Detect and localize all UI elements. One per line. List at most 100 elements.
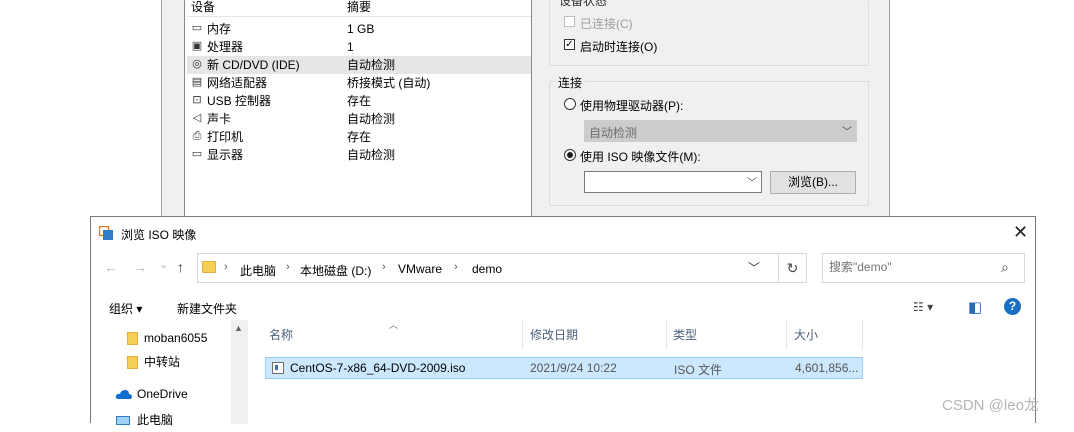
file-row[interactable]: CentOS-7-x86_64-DVD-2009.iso 2021/9/24 1… xyxy=(265,357,863,379)
chevron-down-icon[interactable]: ﹀ xyxy=(748,259,760,276)
device-status-title: 设备状态 xyxy=(556,0,611,9)
device-status-group: 设备状态 已连接(C) ✓ 启动时连接(O) xyxy=(549,0,869,66)
column-header-modified[interactable]: 修改日期 xyxy=(530,320,578,350)
sort-ascending-icon: ︿ xyxy=(389,320,399,330)
file-modified: 2021/9/24 10:22 xyxy=(530,361,617,375)
new-folder-button[interactable]: 新建文件夹 xyxy=(177,300,237,317)
device-row-network-adapter[interactable]: ▤ 网络适配器 桥接模式 (自动) xyxy=(187,74,531,92)
browse-button[interactable]: 浏览(B)... xyxy=(770,171,856,194)
summary-column-header: 摘要 xyxy=(347,0,372,14)
tree-item-label: 此电脑 xyxy=(137,413,174,427)
breadcrumb-separator: › xyxy=(286,261,290,273)
preview-pane-icon[interactable]: ◧ xyxy=(968,298,982,316)
device-name: 新 CD/DVD (IDE) xyxy=(207,58,300,72)
usb-icon: ⊡ xyxy=(192,94,202,106)
view-options-icon[interactable]: ☷ ▾ xyxy=(913,300,933,314)
tree-item-moban6055[interactable]: moban6055 xyxy=(91,326,246,350)
organize-menu[interactable]: 组织 ▾ xyxy=(109,300,142,317)
onedrive-icon xyxy=(115,390,132,399)
connection-group: 连接 使用物理驱动器(P): 自动检测 ﹀ 使用 ISO 映像文件(M): ﹀ … xyxy=(549,74,869,206)
device-summary: 1 xyxy=(347,40,354,54)
device-summary: 自动检测 xyxy=(347,148,396,162)
physical-drive-radio[interactable] xyxy=(564,98,576,110)
vmware-app-icon xyxy=(99,226,113,240)
device-column-header: 设备 xyxy=(191,0,216,14)
device-row-sound-card[interactable]: ◁ 声卡 自动检测 xyxy=(187,110,531,128)
up-arrow-icon[interactable]: ↑ xyxy=(177,260,184,274)
column-header-name[interactable]: 名称 xyxy=(269,320,293,350)
column-divider[interactable] xyxy=(786,320,787,350)
scroll-up-icon[interactable]: ▲ xyxy=(234,323,243,333)
device-row-cd-dvd[interactable]: ◎ 新 CD/DVD (IDE) 自动检测 xyxy=(187,56,531,74)
command-bar: 组织 ▾ 新建文件夹 ☷ ▾ ◧ ? xyxy=(91,294,1035,320)
device-row-display[interactable]: ▭ 显示器 自动检测 xyxy=(187,146,531,164)
device-summary: 1 GB xyxy=(347,22,375,36)
column-header-size[interactable]: 大小 xyxy=(794,320,818,350)
folder-icon xyxy=(202,261,216,273)
tree-item-label: 中转站 xyxy=(144,355,181,369)
device-list-header: 设备 摘要 xyxy=(187,0,531,17)
breadcrumb-separator: › xyxy=(224,261,228,273)
physical-drive-select[interactable]: 自动检测 ﹀ xyxy=(584,120,857,142)
back-arrow-icon[interactable]: ← xyxy=(104,260,118,274)
close-icon[interactable]: ✕ xyxy=(1013,223,1028,241)
tree-item-onedrive[interactable]: OneDrive xyxy=(91,382,246,406)
watermark: CSDN @leo龙 xyxy=(942,397,1039,414)
file-size: 4,601,856... xyxy=(795,361,859,375)
physical-drive-value: 自动检测 xyxy=(589,126,638,140)
connected-checkbox[interactable] xyxy=(564,16,575,27)
forward-arrow-icon[interactable]: → xyxy=(133,260,147,274)
help-icon[interactable]: ? xyxy=(1004,298,1021,315)
sound-card-icon: ◁ xyxy=(192,112,202,124)
file-name: CentOS-7-x86_64-DVD-2009.iso xyxy=(290,361,466,375)
device-row-memory[interactable]: ▭ 内存 1 GB xyxy=(187,20,531,38)
breadcrumb-demo[interactable]: demo xyxy=(472,262,502,276)
chevron-down-icon: ﹀ xyxy=(842,127,852,138)
device-summary: 桥接模式 (自动) xyxy=(347,76,431,90)
search-icon[interactable]: ⌕ xyxy=(1001,259,1009,276)
connect-at-power-on-label: 启动时连接(O) xyxy=(580,40,658,54)
connection-title: 连接 xyxy=(555,74,586,91)
search-input[interactable] xyxy=(829,260,989,274)
iso-image-radio[interactable] xyxy=(564,149,576,161)
physical-drive-label: 使用物理驱动器(P): xyxy=(580,99,684,113)
device-summary: 自动检测 xyxy=(347,112,396,126)
address-bar[interactable]: › 此电脑 › 本地磁盘 (D:) › VMware › demo ﹀ xyxy=(197,253,779,283)
dialog-title: 浏览 ISO 映像 xyxy=(121,228,197,242)
breadcrumb-local-disk[interactable]: 本地磁盘 (D:) xyxy=(300,262,371,279)
search-box[interactable]: ⌕ xyxy=(822,253,1025,283)
column-divider[interactable] xyxy=(862,320,863,350)
breadcrumb-this-pc[interactable]: 此电脑 xyxy=(240,262,276,279)
network-adapter-icon: ▤ xyxy=(191,76,203,88)
device-row-printer[interactable]: ⎙ 打印机 存在 xyxy=(187,128,531,146)
connect-at-power-on-checkbox[interactable]: ✓ xyxy=(564,39,575,50)
recent-locations-icon[interactable]: ⌄ xyxy=(159,258,168,272)
device-summary: 存在 xyxy=(347,130,372,144)
navigation-scrollbar[interactable]: ▲ xyxy=(231,320,248,424)
breadcrumb-separator: › xyxy=(454,261,458,273)
column-divider[interactable] xyxy=(522,320,523,350)
column-divider[interactable] xyxy=(666,320,667,350)
printer-icon: ⎙ xyxy=(192,130,202,142)
device-row-processor[interactable]: ▣ 处理器 1 xyxy=(187,38,531,56)
iso-path-combo[interactable]: ﹀ xyxy=(584,171,762,193)
folder-icon xyxy=(127,332,138,345)
processor-icon: ▣ xyxy=(191,40,203,52)
device-name: 网络适配器 xyxy=(207,76,268,90)
navigation-bar: ← → ⌄ ↑ › 此电脑 › 本地磁盘 (D:) › VMware › dem… xyxy=(91,248,1035,288)
column-header-type[interactable]: 类型 xyxy=(673,320,697,350)
vm-settings-dialog: 设备 摘要 ▭ 内存 1 GB ▣ 处理器 1 ◎ 新 CD/DVD (IDE)… xyxy=(161,0,890,216)
device-name: 声卡 xyxy=(207,112,232,126)
refresh-icon[interactable]: ↻ xyxy=(779,253,807,283)
display-icon: ▭ xyxy=(191,148,203,160)
tree-item-label: moban6055 xyxy=(144,331,208,345)
file-list: ︿ 名称 修改日期 类型 大小 CentOS-7-x86_64-DVD-2009… xyxy=(251,320,1035,424)
device-name: USB 控制器 xyxy=(207,94,272,108)
device-row-usb-controller[interactable]: ⊡ USB 控制器 存在 xyxy=(187,92,531,110)
chevron-down-icon: ﹀ xyxy=(747,178,757,189)
breadcrumb-vmware[interactable]: VMware xyxy=(398,262,442,276)
tree-item-label: OneDrive xyxy=(137,387,188,401)
tree-item-transfer-station[interactable]: 中转站 xyxy=(91,350,246,374)
memory-icon: ▭ xyxy=(191,22,203,34)
tree-item-this-pc[interactable]: 此电脑 xyxy=(91,408,246,432)
